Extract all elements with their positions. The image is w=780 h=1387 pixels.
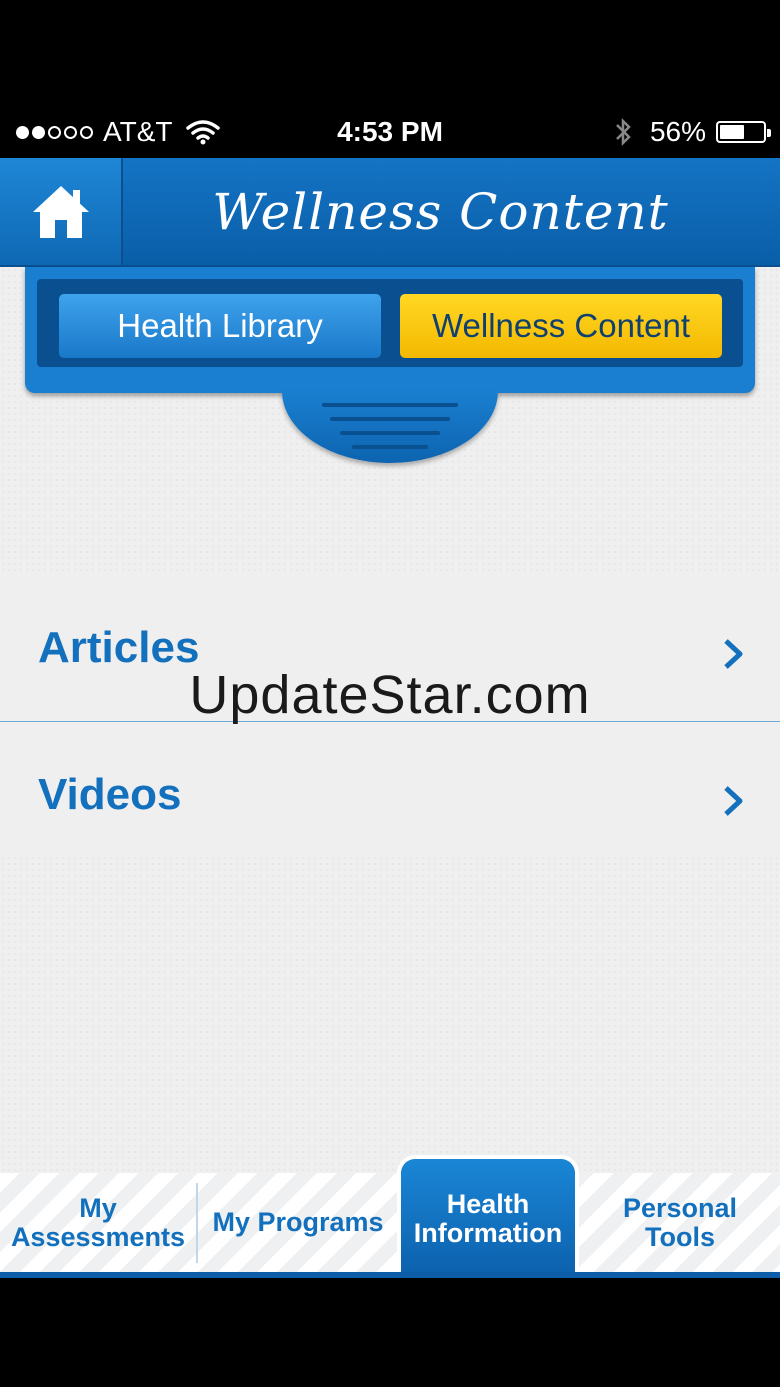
battery-nub <box>767 129 771 137</box>
app-header: Wellness Content <box>0 158 780 267</box>
tab-label-line1: Personal <box>622 1192 738 1223</box>
content-area: Health Library Wellness Content Articles… <box>0 267 780 1173</box>
page-title: Wellness Content <box>212 182 669 241</box>
tab-personal-tools[interactable]: Personal Tools <box>580 1173 780 1272</box>
home-button[interactable] <box>0 158 123 265</box>
status-right: 56% <box>612 116 771 148</box>
tab-label-line2: Assessments <box>10 1221 186 1252</box>
list-item-videos[interactable]: Videos <box>0 722 780 868</box>
tab-label-line2: Information <box>413 1217 563 1248</box>
list-item-label: Videos <box>38 770 182 819</box>
tab-bar: My Assessments My Programs Health Inform… <box>0 1155 780 1278</box>
handle-line <box>330 417 450 421</box>
content-list: Articles Videos <box>0 575 780 857</box>
segmented-control: Health Library Wellness Content <box>25 267 755 393</box>
tab-my-programs[interactable]: My Programs <box>198 1173 398 1272</box>
tab-health-information[interactable]: Health Information <box>397 1155 579 1272</box>
handle-line <box>352 445 428 449</box>
tab-label-line1: My <box>79 1192 117 1223</box>
status-bar: AT&T 4:53 PM 56% <box>0 108 780 158</box>
pull-handle[interactable] <box>282 391 498 463</box>
bluetooth-icon <box>616 117 631 147</box>
handle-line <box>322 403 458 407</box>
tab-label: Personal Tools <box>622 1192 738 1252</box>
list-item-label: Articles <box>38 623 200 672</box>
tab-my-assessments[interactable]: My Assessments <box>0 1173 196 1272</box>
phone-screen: AT&T 4:53 PM 56% Wellness Content Health… <box>0 0 780 1387</box>
chevron-right-icon <box>724 786 743 816</box>
list-item-articles[interactable]: Articles <box>0 575 780 722</box>
tab-label-line2: Tools <box>645 1221 715 1252</box>
handle-line <box>340 431 440 435</box>
tab-label: Health Information <box>413 1188 563 1248</box>
tab-label: My Assessments <box>10 1192 186 1252</box>
battery-icon <box>716 121 771 143</box>
battery-fill <box>720 125 744 139</box>
segmented-control-track: Health Library Wellness Content <box>37 279 743 367</box>
chevron-right-icon <box>724 639 743 669</box>
tab-label: My Programs <box>212 1207 384 1237</box>
home-icon <box>32 185 89 238</box>
tab-label-line1: Health <box>446 1188 530 1219</box>
segment-health-library[interactable]: Health Library <box>59 294 381 358</box>
segment-wellness-content[interactable]: Wellness Content <box>400 294 722 358</box>
battery-percent: 56% <box>649 116 706 147</box>
